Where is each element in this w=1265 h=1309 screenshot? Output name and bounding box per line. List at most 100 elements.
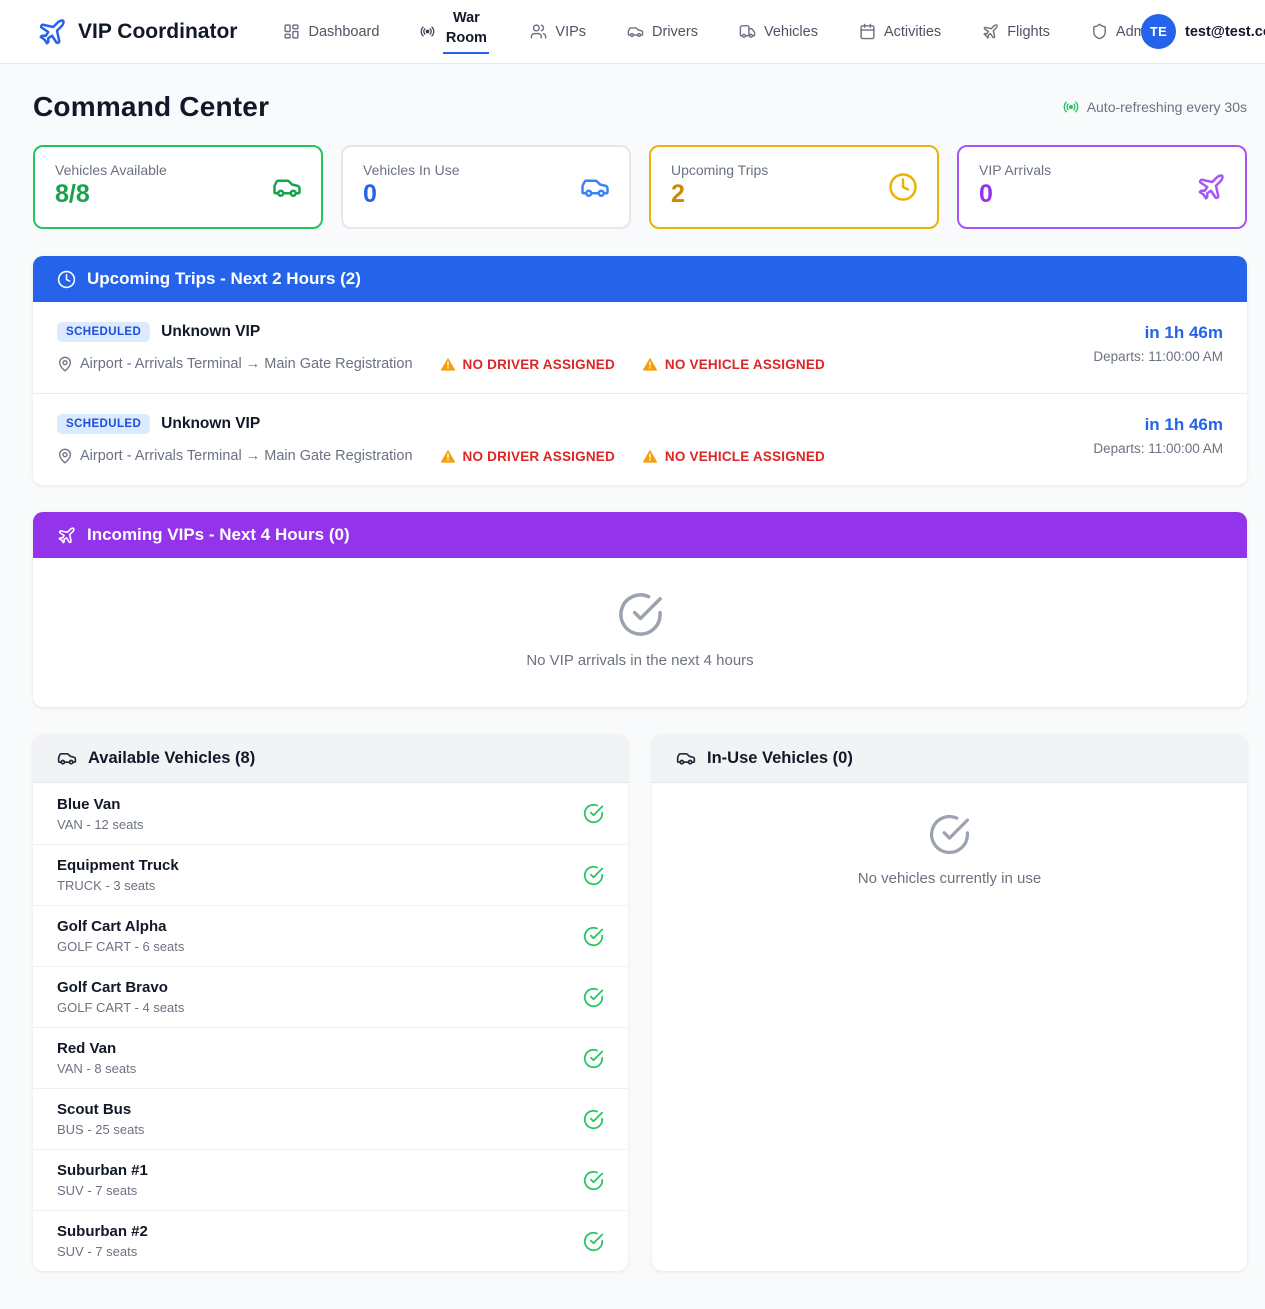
stat-label: Vehicles In Use [363, 162, 609, 178]
trip-status-badge: SCHEDULED [57, 322, 150, 342]
trip-warning-text: NO VEHICLE ASSIGNED [665, 357, 825, 372]
trip-warning-text: NO DRIVER ASSIGNED [463, 449, 615, 464]
nav-item-drivers[interactable]: Drivers [627, 23, 698, 40]
available-vehicles-panel: Available Vehicles (8) Blue Van VAN - 12… [33, 734, 628, 1271]
trip-row[interactable]: SCHEDULED Unknown VIP Airport - Arrivals… [33, 393, 1247, 485]
stats-row: Vehicles Available 8/8 Vehicles In Use 0… [33, 145, 1247, 229]
vehicle-details: TRUCK - 3 seats [57, 878, 179, 893]
radio-icon [420, 24, 435, 39]
nav-item-vips[interactable]: VIPs [530, 23, 586, 40]
vehicle-details: SUV - 7 seats [57, 1244, 148, 1259]
check-circle-icon [583, 1231, 604, 1252]
trip-warnings: NO DRIVER ASSIGNED NO VEHICLE ASSIGNED [440, 448, 825, 464]
truck-icon [739, 23, 756, 40]
stat-label: Vehicles Available [55, 162, 301, 178]
in-use-vehicles-panel: In-Use Vehicles (0) No vehicles currentl… [652, 734, 1247, 1271]
user-menu[interactable]: TE test@test.com [1157, 14, 1265, 49]
nav-item-label: War Room [443, 9, 489, 53]
top-navbar: VIP Coordinator Dashboard War Room VIPs … [0, 0, 1265, 64]
nav-item-label: Vehicles [764, 24, 818, 40]
trip-route-text: Airport - Arrivals Terminal → Main Gate … [80, 356, 413, 372]
trip-status-badge: SCHEDULED [57, 414, 150, 434]
vehicle-row[interactable]: Blue Van VAN - 12 seats [33, 783, 628, 844]
trip-route: Airport - Arrivals Terminal → Main Gate … [57, 448, 413, 464]
vehicle-row[interactable]: Golf Cart Alpha GOLF CART - 6 seats [33, 905, 628, 966]
trip-route-text: Airport - Arrivals Terminal → Main Gate … [80, 448, 413, 464]
user-email: test@test.com [1185, 24, 1265, 40]
vehicle-details: VAN - 8 seats [57, 1061, 136, 1076]
users-icon [530, 23, 547, 40]
stat-card: Vehicles In Use 0 [341, 145, 631, 229]
vehicle-row[interactable]: Red Van VAN - 8 seats [33, 1027, 628, 1088]
vehicle-row[interactable]: Suburban #1 SUV - 7 seats [33, 1149, 628, 1210]
vehicle-name: Equipment Truck [57, 857, 179, 874]
app-brand[interactable]: VIP Coordinator [37, 17, 237, 47]
trip-warning: NO VEHICLE ASSIGNED [642, 448, 825, 464]
nav-item-vehicles[interactable]: Vehicles [739, 23, 818, 40]
check-circle-icon [583, 926, 604, 947]
page-title: Command Center [33, 91, 269, 123]
shield-icon [1091, 23, 1108, 40]
trip-warning: NO VEHICLE ASSIGNED [642, 356, 825, 372]
clock-icon [57, 270, 76, 289]
map-pin-icon [57, 356, 73, 372]
available-vehicles-title: Available Vehicles (8) [88, 749, 255, 768]
map-pin-icon [57, 448, 73, 464]
in-use-vehicles-header: In-Use Vehicles (0) [652, 734, 1247, 783]
check-circle-icon [583, 803, 604, 824]
trip-vip-name: Unknown VIP [161, 323, 260, 341]
check-circle-icon [583, 865, 604, 886]
upcoming-trips-title: Upcoming Trips - Next 2 Hours (2) [87, 269, 361, 289]
radio-icon [1063, 99, 1079, 115]
vehicle-row[interactable]: Equipment Truck TRUCK - 3 seats [33, 844, 628, 905]
in-use-vehicles-empty-state: No vehicles currently in use [652, 783, 1247, 927]
trips-list: SCHEDULED Unknown VIP Airport - Arrivals… [33, 302, 1247, 485]
auto-refresh-label: Auto-refreshing every 30s [1087, 99, 1247, 115]
dashboard-icon [283, 23, 300, 40]
check-circle-icon [583, 1109, 604, 1130]
nav-item-dashboard[interactable]: Dashboard [283, 23, 379, 40]
nav-item-flights[interactable]: Flights [982, 23, 1050, 40]
nav-item-activities[interactable]: Activities [859, 23, 941, 40]
vehicle-name: Red Van [57, 1040, 136, 1057]
available-vehicles-header: Available Vehicles (8) [33, 734, 628, 783]
trip-warning-text: NO VEHICLE ASSIGNED [665, 449, 825, 464]
car-icon [580, 172, 610, 202]
warning-triangle-icon [440, 448, 456, 464]
stat-card: Upcoming Trips 2 [649, 145, 939, 229]
vehicle-name: Scout Bus [57, 1101, 144, 1118]
trip-warning-text: NO DRIVER ASSIGNED [463, 357, 615, 372]
nav-item-war-room[interactable]: War Room [420, 9, 489, 53]
trip-departs: Departs: 11:00:00 AM [1093, 441, 1223, 456]
available-vehicles-list: Blue Van VAN - 12 seats Equipment Truck … [33, 783, 628, 1271]
upcoming-trips-section: Upcoming Trips - Next 2 Hours (2) SCHEDU… [33, 256, 1247, 485]
nav-item-label: Dashboard [308, 24, 379, 40]
trip-row[interactable]: SCHEDULED Unknown VIP Airport - Arrivals… [33, 302, 1247, 393]
trip-route: Airport - Arrivals Terminal → Main Gate … [57, 356, 413, 372]
check-circle-icon [583, 1170, 604, 1191]
vehicle-row[interactable]: Suburban #2 SUV - 7 seats [33, 1210, 628, 1271]
main-nav: Dashboard War Room VIPs Drivers Vehicles… [283, 9, 1157, 53]
vehicle-details: BUS - 25 seats [57, 1122, 144, 1137]
vehicle-details: VAN - 12 seats [57, 817, 143, 832]
incoming-vips-title: Incoming VIPs - Next 4 Hours (0) [87, 525, 350, 545]
trip-countdown: in 1h 46m [1093, 415, 1223, 435]
command-center-page: Command Center Auto-refreshing every 30s… [0, 64, 1265, 1296]
vehicle-name: Golf Cart Alpha [57, 918, 184, 935]
stat-card: Vehicles Available 8/8 [33, 145, 323, 229]
vehicle-row[interactable]: Scout Bus BUS - 25 seats [33, 1088, 628, 1149]
check-circle-icon [617, 591, 664, 638]
incoming-vips-section: Incoming VIPs - Next 4 Hours (0) No VIP … [33, 512, 1247, 707]
avatar[interactable]: TE [1141, 14, 1176, 49]
vehicle-details: GOLF CART - 4 seats [57, 1000, 184, 1015]
upcoming-trips-header: Upcoming Trips - Next 2 Hours (2) [33, 256, 1247, 302]
trip-countdown: in 1h 46m [1093, 323, 1223, 343]
in-use-vehicles-empty-text: No vehicles currently in use [858, 870, 1041, 887]
stat-label: VIP Arrivals [979, 162, 1225, 178]
trip-departs: Departs: 11:00:00 AM [1093, 349, 1223, 364]
auto-refresh-status: Auto-refreshing every 30s [1063, 99, 1247, 115]
trip-warnings: NO DRIVER ASSIGNED NO VEHICLE ASSIGNED [440, 356, 825, 372]
in-use-vehicles-title: In-Use Vehicles (0) [707, 749, 853, 768]
car-icon [627, 23, 644, 40]
vehicle-row[interactable]: Golf Cart Bravo GOLF CART - 4 seats [33, 966, 628, 1027]
